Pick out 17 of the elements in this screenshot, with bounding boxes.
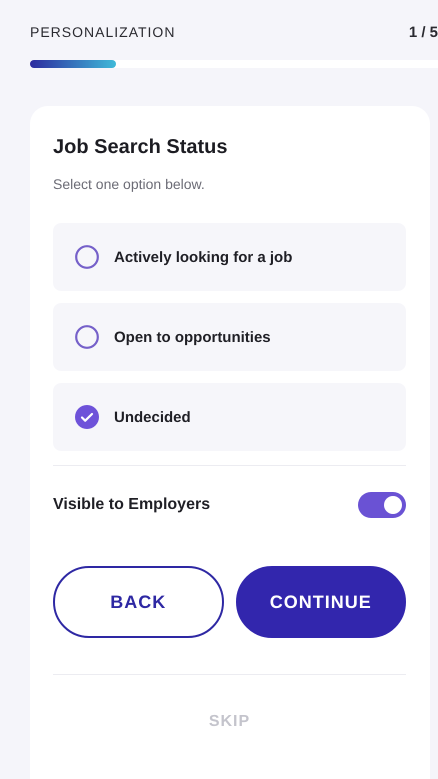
visibility-toggle[interactable] (358, 492, 406, 518)
option-item[interactable]: Undecided (53, 383, 406, 451)
option-label: Actively looking for a job (114, 248, 292, 266)
option-item[interactable]: Open to opportunities (53, 303, 406, 371)
card-subtitle: Select one option below. (53, 176, 206, 192)
checked-radio-icon[interactable] (75, 405, 99, 429)
back-button[interactable]: BACK (53, 566, 224, 638)
option-item[interactable]: Actively looking for a job (53, 223, 406, 291)
option-label: Open to opportunities (114, 328, 271, 346)
card-title: Job Search Status (53, 136, 229, 159)
continue-button[interactable]: CONTINUE (236, 566, 406, 638)
toggle-label: Visible to Employers (53, 496, 210, 514)
option-label: Undecided (114, 408, 191, 426)
section-title: PERSONALIZATION (30, 24, 176, 42)
step-counter: 1 / 5 (408, 24, 438, 43)
radio-icon[interactable] (75, 325, 99, 349)
radio-icon[interactable] (75, 245, 99, 269)
